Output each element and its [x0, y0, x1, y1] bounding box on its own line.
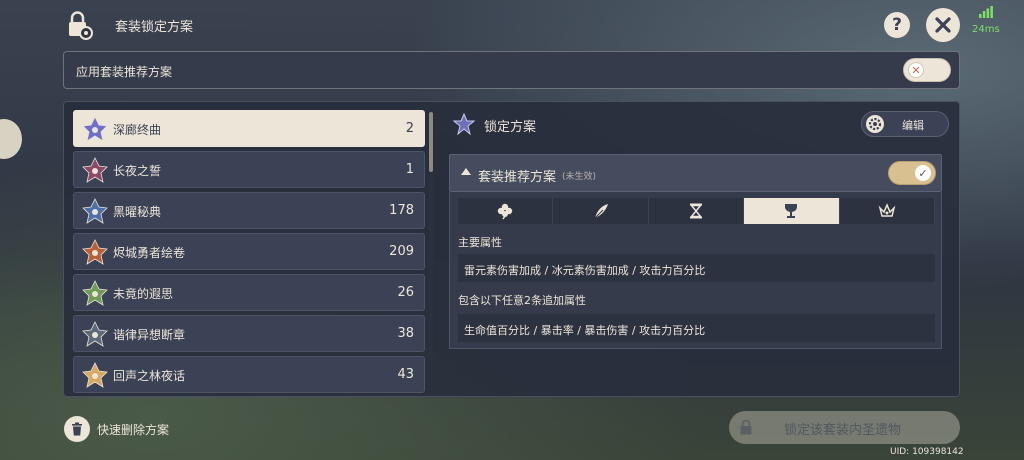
lock-set-artifacts-label: 锁定该套装内圣遗物 [784, 423, 902, 438]
collapse-caret-icon [461, 168, 471, 175]
set-name: 未竟的遐思 [113, 287, 174, 301]
main-stat-label: 主要属性 [458, 236, 502, 249]
set-count: 209 [389, 244, 414, 259]
set-name: 谐律异想断章 [113, 328, 186, 342]
lock-set-artifacts-button[interactable]: 锁定该套装内圣遗物 [729, 411, 960, 444]
apply-recommend-row: 应用套装推荐方案 ✕ [63, 51, 960, 89]
recommend-plan-body: 主要属性 雷元素伤害加成 / 冰元素伤害加成 / 攻击力百分比 包含以下任意2条… [449, 192, 942, 349]
delete-plan-label[interactable]: 快速删除方案 [97, 421, 169, 438]
artifact-slot-tabs [458, 198, 936, 224]
apply-recommend-toggle[interactable]: ✕ [903, 58, 951, 82]
signal-icon [979, 6, 993, 18]
set-name: 深廊终曲 [113, 123, 162, 137]
set-name: 烬城勇者绘卷 [113, 246, 186, 260]
gear-icon [866, 115, 884, 133]
main-panel: 深廊终曲 2 长夜之誓 1 黑曜秘典 178 烬城勇者绘卷 209 未竟的遐思 26 谐律异想断章 3… [63, 101, 960, 397]
page-title: 套装锁定方案 [115, 20, 194, 35]
set-count: 2 [405, 121, 414, 136]
close-icon [935, 17, 951, 33]
padlock-icon [740, 420, 752, 435]
set-list-item[interactable]: 长夜之誓 1 [73, 151, 425, 188]
recommend-plan-toggle[interactable]: ✓ [888, 161, 936, 185]
set-list-item[interactable]: 深廊终曲 2 [73, 110, 425, 147]
tab-flower[interactable] [458, 198, 554, 224]
set-count: 38 [397, 326, 414, 341]
help-button[interactable]: ? [884, 12, 910, 38]
tab-goblet[interactable] [744, 198, 840, 224]
harmonic-whimsy-icon [82, 321, 108, 347]
set-name: 回声之林夜话 [113, 369, 186, 383]
set-list-item[interactable]: 未竟的遐思 26 [73, 274, 425, 311]
scroll-hero-icon [82, 239, 108, 265]
sub-stat-box: 生命值百分比 / 暴击率 / 暴击伤害 / 攻击力百分比 [458, 314, 935, 342]
set-count: 1 [405, 162, 414, 177]
deep-gallery-icon [82, 116, 108, 142]
ping-readout: 24ms [972, 24, 1000, 35]
close-button[interactable] [926, 8, 960, 42]
tab-circlet[interactable] [839, 198, 936, 224]
side-handle[interactable] [0, 119, 22, 159]
hourglass-icon [689, 203, 703, 219]
tab-sands[interactable] [648, 198, 745, 224]
long-night-icon [82, 157, 108, 183]
goblet-icon [785, 204, 798, 218]
edit-button[interactable]: 编辑 [861, 111, 949, 137]
apply-recommend-label: 应用套装推荐方案 [76, 65, 173, 79]
set-count: 26 [397, 285, 414, 300]
recommend-plan-title: 套装推荐方案 [478, 170, 557, 185]
sub-stat-value: 生命值百分比 / 暴击率 / 暴击伤害 / 攻击力百分比 [464, 324, 706, 337]
recommend-plan-header[interactable]: 套装推荐方案 (未生效) ✓ [449, 154, 942, 192]
main-stat-box: 雷元素伤害加成 / 冰元素伤害加成 / 攻击力百分比 [458, 254, 935, 282]
uid-label: UID: 109398142 [890, 447, 964, 457]
flower-icon [498, 203, 513, 220]
delete-plan-button[interactable] [64, 416, 90, 442]
set-list-item[interactable]: 回声之林夜话 43 [73, 356, 425, 393]
set-name: 长夜之誓 [113, 164, 162, 178]
list-scroll-thumb[interactable] [429, 112, 433, 172]
unfinished-reverie-icon [82, 280, 108, 306]
set-emblem-icon [453, 113, 475, 135]
echoing-woods-icon [82, 362, 108, 388]
recommend-plan-status: (未生效) [562, 172, 597, 182]
sub-stat-label: 包含以下任意2条追加属性 [458, 294, 586, 307]
set-count: 43 [397, 367, 414, 382]
feather-icon [594, 204, 608, 219]
obsidian-codex-icon [82, 198, 108, 224]
lock-plan-title: 锁定方案 [484, 120, 537, 135]
main-stat-value: 雷元素伤害加成 / 冰元素伤害加成 / 攻击力百分比 [464, 264, 706, 277]
set-list-item[interactable]: 谐律异想断章 38 [73, 315, 425, 352]
tab-plume[interactable] [553, 198, 649, 224]
circlet-icon [878, 203, 896, 217]
lock-gear-icon [69, 11, 93, 40]
edit-label: 编辑 [902, 119, 924, 132]
set-list-item[interactable]: 黑曜秘典 178 [73, 192, 425, 229]
toggle-off-icon: ✕ [908, 62, 924, 78]
set-count: 178 [389, 203, 414, 218]
set-name: 黑曜秘典 [113, 205, 162, 219]
checkmark-icon: ✓ [915, 165, 931, 181]
trash-icon [72, 422, 82, 436]
set-list-item[interactable]: 烬城勇者绘卷 209 [73, 233, 425, 270]
